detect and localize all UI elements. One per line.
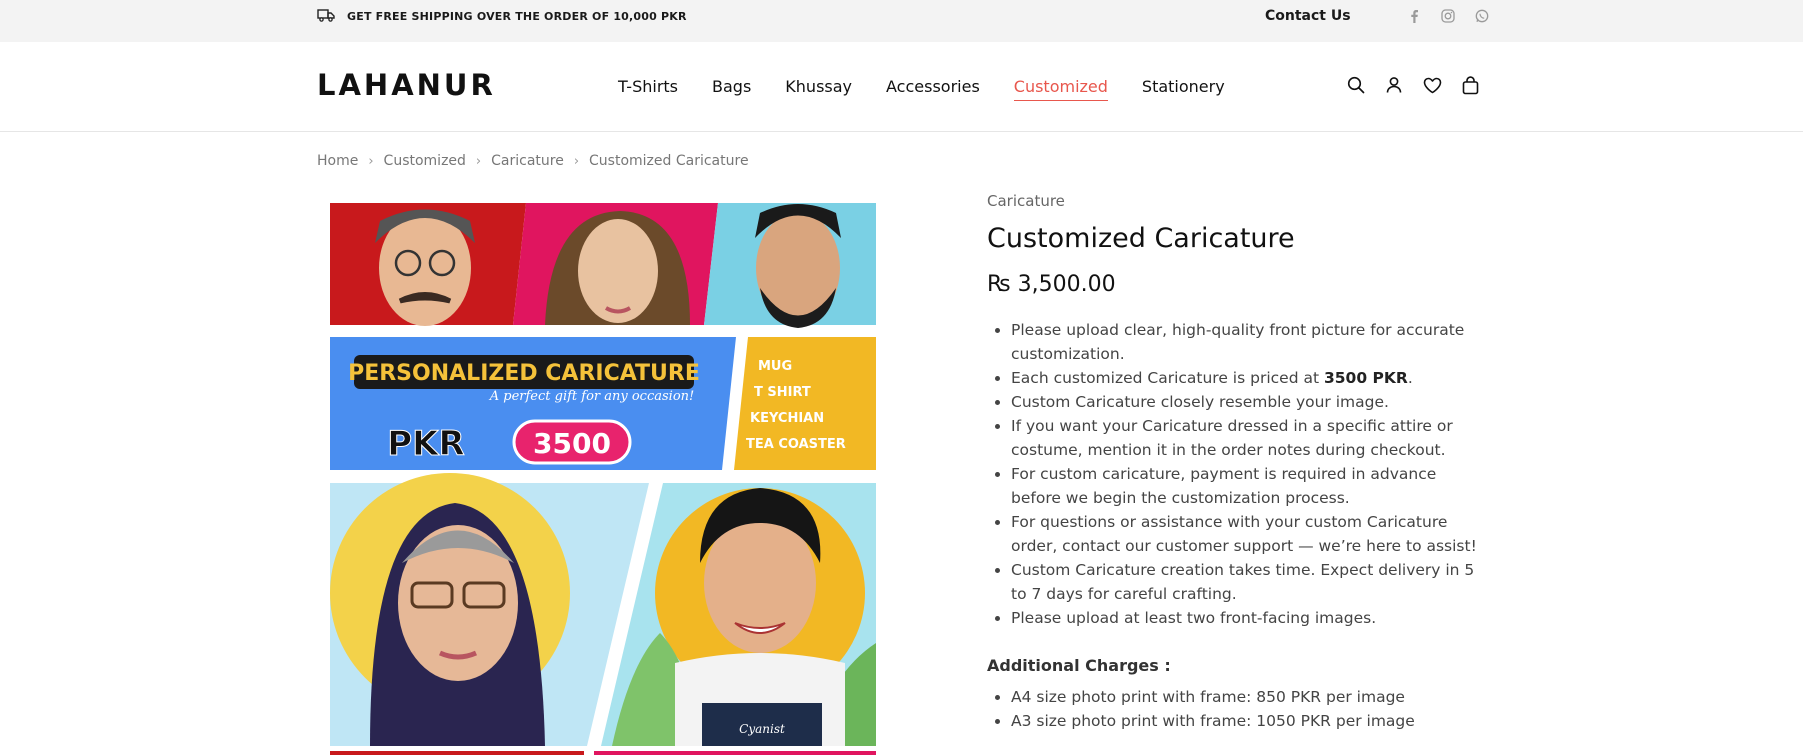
account-icon[interactable] bbox=[1383, 74, 1405, 96]
feature-price-bold: 3500 PKR bbox=[1323, 369, 1408, 387]
product-price: ₨ 3,500.00 bbox=[987, 272, 1116, 297]
chevron-right-icon: › bbox=[368, 153, 374, 169]
search-icon[interactable] bbox=[1345, 74, 1367, 96]
breadcrumb-customized[interactable]: Customized bbox=[384, 153, 466, 169]
product-title: Customized Caricature bbox=[987, 223, 1295, 254]
breadcrumb-home[interactable]: Home bbox=[317, 153, 358, 169]
breadcrumb-current: Customized Caricature bbox=[589, 153, 749, 169]
instagram-icon[interactable] bbox=[1438, 7, 1458, 25]
list-item: A4 size photo print with frame: 850 PKR … bbox=[1011, 685, 1487, 709]
main-nav: T-Shirts Bags Khussay Accessories Custom… bbox=[618, 77, 1225, 101]
nav-tshirts[interactable]: T-Shirts bbox=[618, 77, 678, 101]
list-item: For custom caricature, payment is requir… bbox=[1011, 462, 1487, 510]
banner-price-prefix: PKR bbox=[387, 424, 464, 464]
wishlist-heart-icon[interactable] bbox=[1421, 74, 1443, 96]
truck-icon bbox=[317, 7, 335, 26]
feature-text: Each customized Caricature is priced at bbox=[1011, 369, 1324, 387]
additional-charges-list: A4 size photo print with frame: 850 PKR … bbox=[987, 685, 1487, 733]
chevron-right-icon: › bbox=[475, 153, 482, 169]
list-item: Custom Caricature creation takes time. E… bbox=[1011, 558, 1487, 606]
site-logo[interactable]: LAHANUR bbox=[317, 68, 496, 102]
product-info: Caricature Customized Caricature ₨ 3,500… bbox=[987, 192, 1487, 733]
social-links bbox=[1404, 7, 1492, 25]
list-item: For questions or assistance with your cu… bbox=[1011, 510, 1487, 558]
announcement-bar: GET FREE SHIPPING OVER THE ORDER OF 10,0… bbox=[0, 0, 1803, 42]
product-features-list: Please upload clear, high-quality front … bbox=[987, 318, 1487, 630]
list-item: A3 size photo print with frame: 1050 PKR… bbox=[1011, 709, 1487, 733]
list-item: Please upload clear, high-quality front … bbox=[1011, 318, 1487, 366]
banner-title: PERSONALIZED CARICATURE bbox=[348, 361, 700, 386]
list-item: Each customized Caricature is priced at … bbox=[1011, 366, 1487, 390]
list-item: If you want your Caricature dressed in a… bbox=[1011, 414, 1487, 462]
breadcrumb: Home › Customized › Caricature › Customi… bbox=[317, 153, 749, 169]
additional-charges-heading: Additional Charges : bbox=[987, 656, 1171, 675]
product-image[interactable]: PERSONALIZED CARICATURE A perfect gift f… bbox=[330, 203, 876, 755]
shipping-text: GET FREE SHIPPING OVER THE ORDER OF 10,0… bbox=[347, 10, 687, 23]
list-item: Custom Caricature closely resemble your … bbox=[1011, 390, 1487, 414]
site-header: LAHANUR T-Shirts Bags Khussay Accessorie… bbox=[0, 42, 1803, 132]
caricature-collage-image: PERSONALIZED CARICATURE A perfect gift f… bbox=[330, 203, 876, 755]
header-actions bbox=[1345, 74, 1481, 96]
nav-customized[interactable]: Customized bbox=[1013, 77, 1108, 101]
nav-accessories[interactable]: Accessories bbox=[886, 77, 980, 101]
contact-us-link[interactable]: Contact Us bbox=[1265, 8, 1351, 24]
banner-item-2: T SHIRT bbox=[754, 385, 811, 400]
banner-price: 3500 bbox=[533, 427, 611, 460]
breadcrumb-caricature[interactable]: Caricature bbox=[491, 153, 564, 169]
nav-stationery[interactable]: Stationery bbox=[1142, 77, 1225, 101]
cart-bag-icon[interactable] bbox=[1459, 74, 1481, 96]
chevron-right-icon: › bbox=[573, 153, 580, 169]
list-item: Please upload at least two front-facing … bbox=[1011, 606, 1487, 630]
facebook-icon[interactable] bbox=[1404, 7, 1424, 25]
nav-bags[interactable]: Bags bbox=[712, 77, 751, 101]
shipping-notice: GET FREE SHIPPING OVER THE ORDER OF 10,0… bbox=[317, 7, 687, 26]
shirt-signature: Cyanist bbox=[739, 722, 785, 736]
banner-item-4: TEA COASTER bbox=[746, 437, 846, 452]
whatsapp-icon[interactable] bbox=[1472, 7, 1492, 25]
banner-subtitle: A perfect gift for any occasion! bbox=[489, 389, 695, 404]
product-category[interactable]: Caricature bbox=[987, 192, 1487, 210]
banner-item-3: KEYCHIAN bbox=[750, 411, 824, 426]
nav-khussay[interactable]: Khussay bbox=[785, 77, 852, 101]
banner-item-1: MUG bbox=[758, 359, 792, 374]
feature-suffix: . bbox=[1407, 369, 1413, 387]
